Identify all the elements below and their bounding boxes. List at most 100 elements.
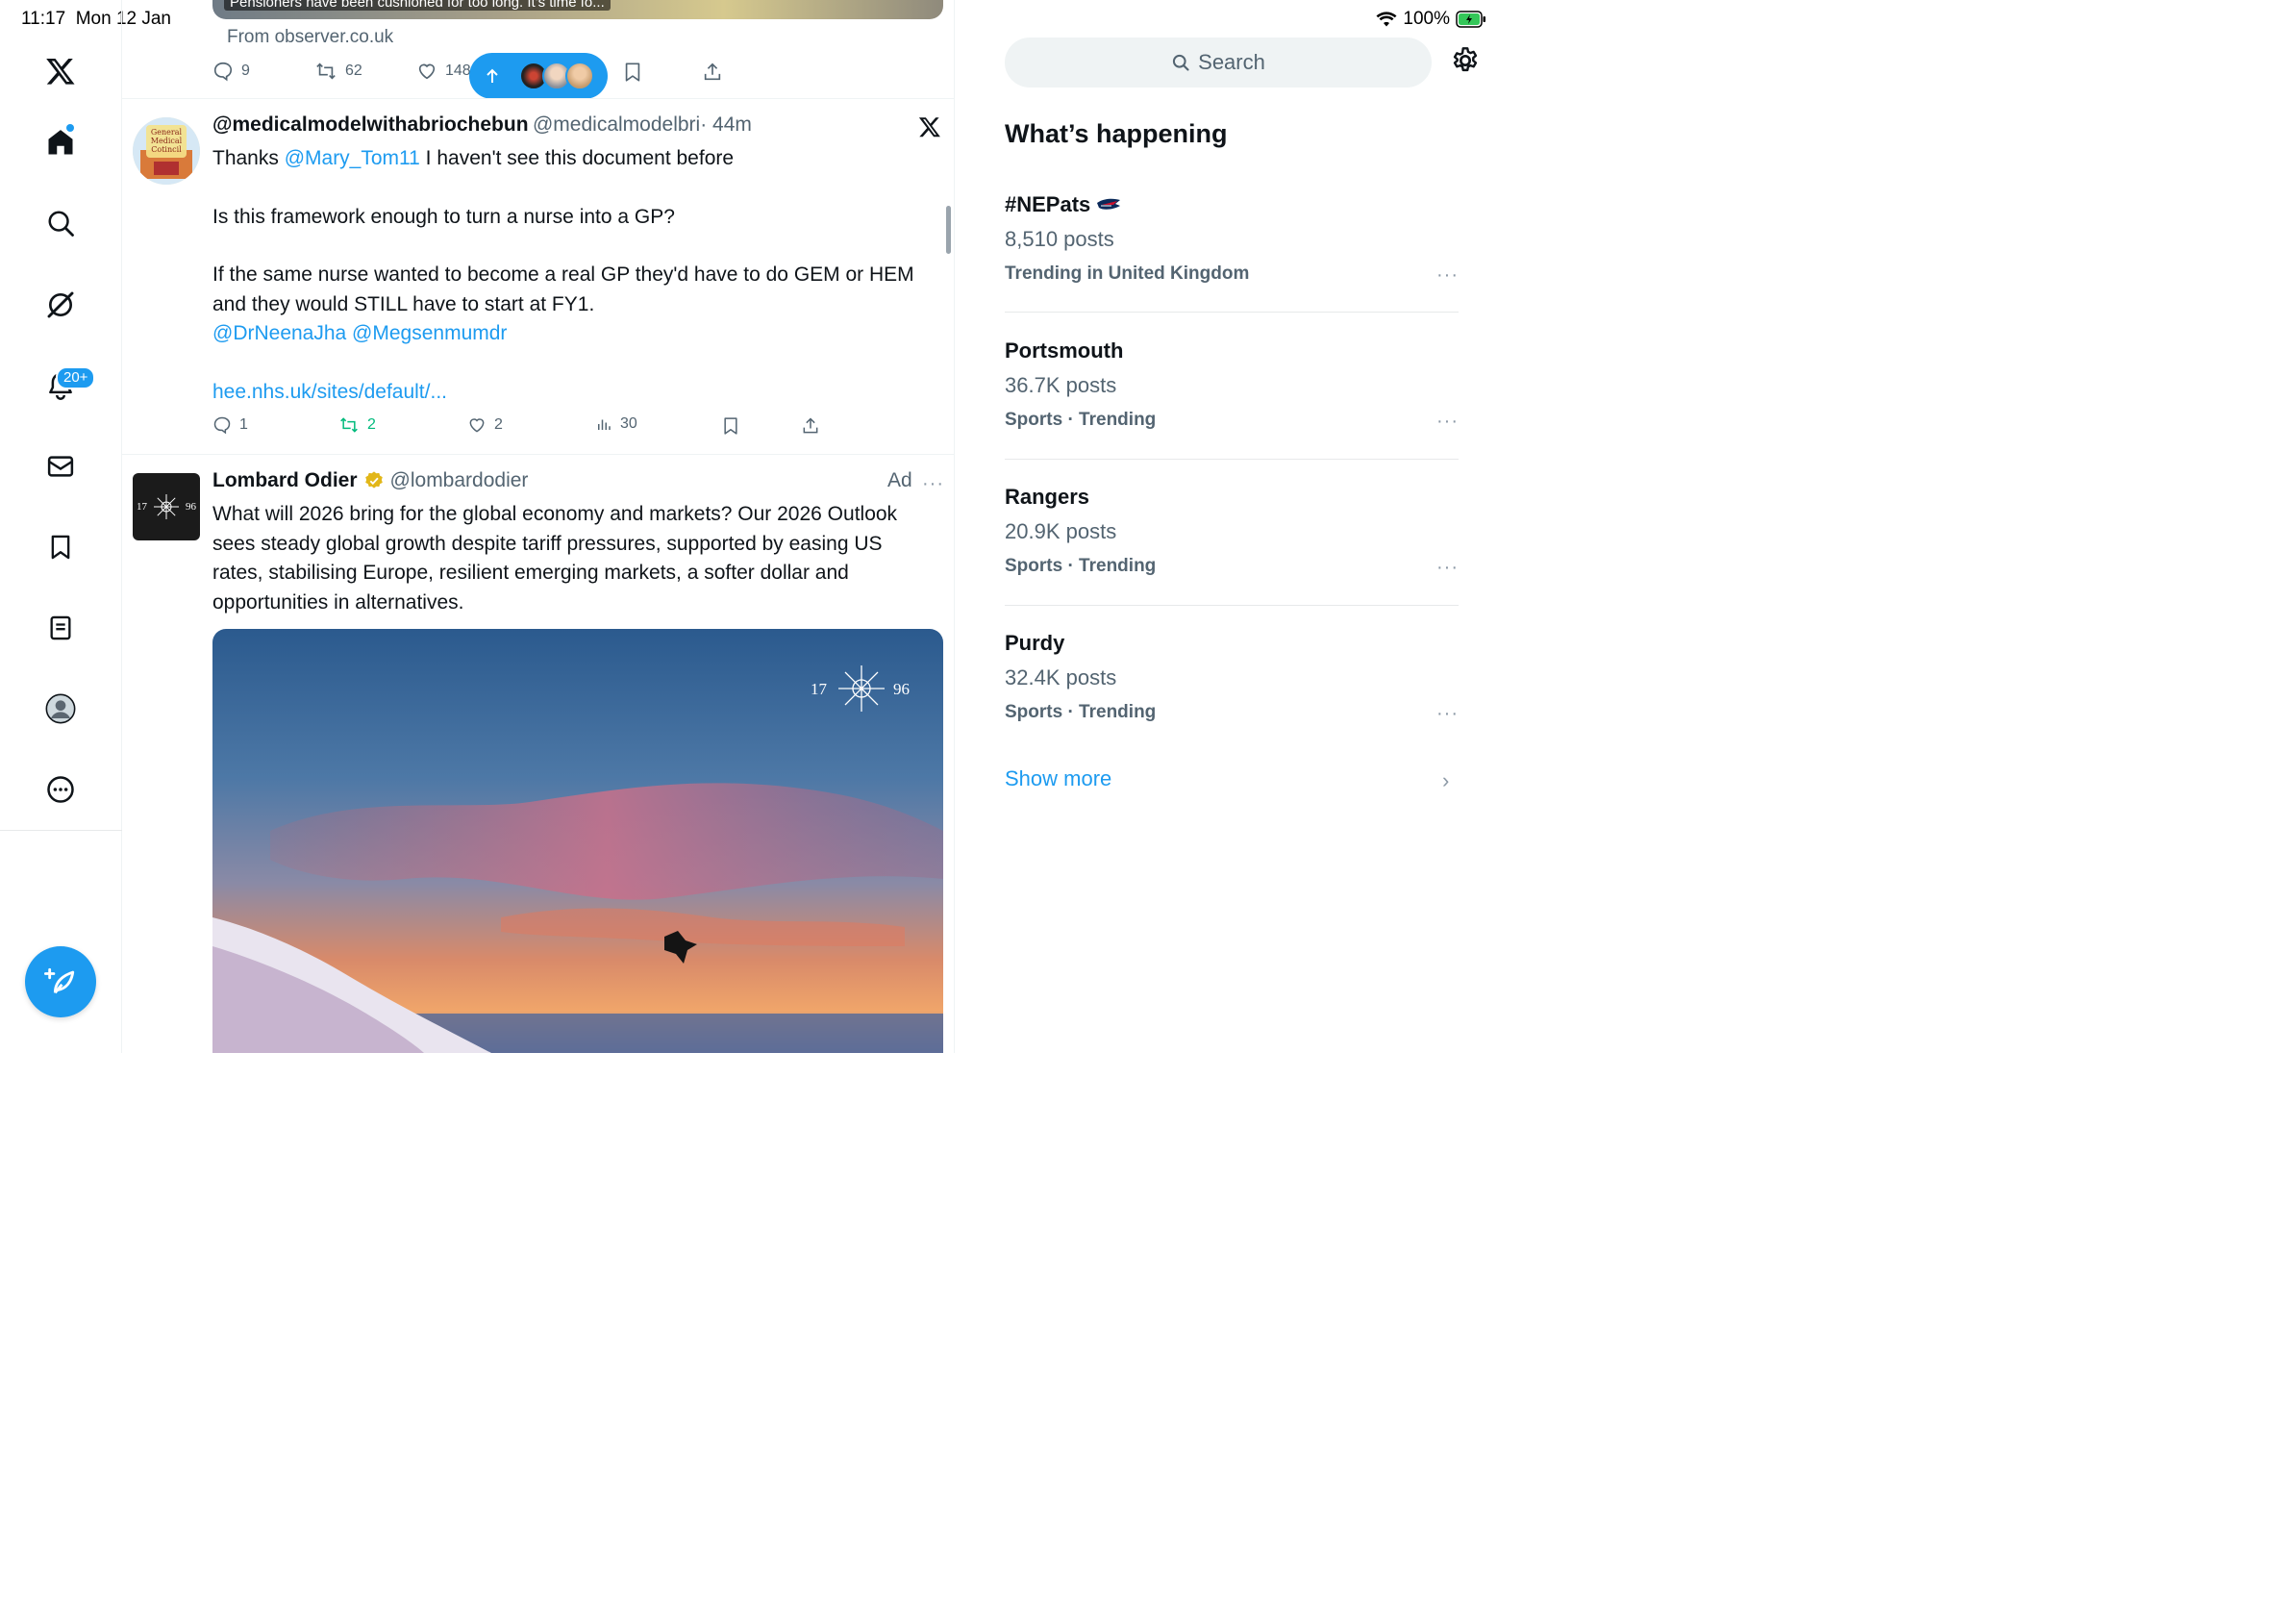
post-header: Lombard Odier @lombardodier [212, 469, 528, 492]
post-divider [122, 98, 955, 99]
bookmarks-icon[interactable] [39, 526, 82, 568]
mention-links[interactable]: @DrNeenaJha @Megsenmumdr [212, 319, 924, 349]
link-card-source[interactable]: From observer.co.uk [227, 27, 393, 48]
post-time[interactable]: · 44m [700, 113, 752, 136]
search-icon [1171, 53, 1190, 72]
post-text: If the same nurse wanted to become a rea… [212, 263, 914, 315]
chevron-right-icon: › [1442, 768, 1450, 792]
like-button[interactable]: 148 [416, 61, 471, 82]
post-text: I haven't see this document before [419, 147, 735, 169]
lists-icon[interactable] [39, 607, 82, 649]
trend-context: Sports · Trending [1005, 702, 1157, 722]
messages-icon[interactable] [39, 445, 82, 488]
retweet-button[interactable]: 2 [338, 415, 376, 435]
logo-number-left: 17 [137, 501, 147, 513]
settings-gear-icon[interactable] [1450, 45, 1485, 80]
battery-percent: 100% [1403, 9, 1450, 29]
like-count: 148 [445, 63, 471, 79]
author-name[interactable]: @medicalmodelwithabriochebun [212, 113, 529, 136]
bookmark-icon[interactable] [721, 416, 740, 436]
retweet-button[interactable]: 62 [314, 61, 362, 82]
nav-divider [0, 830, 122, 831]
search-icon[interactable] [39, 202, 82, 244]
external-link[interactable]: hee.nhs.uk/sites/default/... [212, 378, 924, 408]
post-more-options-icon[interactable]: ··· [922, 473, 944, 495]
trend-item[interactable]: Purdy 32.4K posts Sports · Trending ··· [1005, 631, 1459, 727]
star-logo-icon [152, 492, 181, 521]
trend-context: Sports · Trending [1005, 410, 1157, 430]
trend-item[interactable]: Portsmouth 36.7K posts Sports · Trending… [1005, 338, 1459, 435]
trend-context: Trending in United Kingdom [1005, 263, 1250, 284]
user-avatar[interactable]: General Medical Cotincil [133, 117, 200, 185]
reply-button[interactable]: 1 [212, 415, 248, 435]
search-input[interactable]: Search [1005, 38, 1432, 88]
advertiser-avatar[interactable]: 17 96 [133, 473, 200, 540]
post-divider [122, 454, 955, 455]
like-count: 2 [494, 416, 503, 433]
share-icon[interactable] [702, 62, 723, 83]
new-posts-pill[interactable] [469, 53, 608, 99]
bookmark-icon[interactable] [622, 62, 643, 83]
heart-icon [467, 415, 487, 435]
mention-link[interactable]: @Mary_Tom11 [285, 147, 420, 169]
post-header: @medicalmodelwithabriochebun @medicalmod… [212, 113, 752, 137]
reply-count: 1 [239, 416, 248, 433]
logo-number-right: 96 [186, 501, 196, 513]
trend-title: #NEPats [1005, 192, 1091, 216]
trend-divider [1005, 312, 1459, 313]
trend-title: Rangers [1005, 485, 1090, 509]
author-name[interactable]: Lombard Odier [212, 469, 358, 492]
trend-divider [1005, 459, 1459, 460]
reply-icon [212, 61, 234, 82]
image-logo-left: 17 [811, 680, 828, 698]
status-indicators: 100% [1376, 9, 1486, 30]
battery-icon [1456, 11, 1486, 28]
scrollbar-thumb[interactable] [946, 206, 951, 254]
trend-context: Sports · Trending [1005, 556, 1157, 576]
like-button[interactable]: 2 [467, 415, 503, 435]
retweet-count: 2 [367, 416, 376, 433]
compose-post-button[interactable] [25, 946, 96, 1017]
reply-button[interactable]: 9 [212, 61, 250, 82]
verified-gold-badge-icon [363, 470, 385, 491]
ad-label: Ad [887, 469, 912, 491]
show-more-link[interactable]: Show more [1005, 766, 1111, 791]
svg-text:General: General [151, 128, 183, 137]
post-text: Is this framework enough to turn a nurse… [212, 205, 675, 228]
trend-more-options-icon[interactable]: ··· [1436, 557, 1459, 579]
trend-item[interactable]: #NEPats 8,510 posts Trending in United K… [1005, 192, 1459, 288]
link-card-image[interactable]: Pensioners have been cushioned for too l… [212, 0, 943, 19]
more-options-icon[interactable] [39, 768, 82, 811]
ad-post-text: What will 2026 bring for the global econ… [212, 503, 898, 614]
heart-icon [416, 61, 437, 82]
arrow-up-icon [485, 67, 500, 85]
grok-icon[interactable] [39, 284, 82, 326]
trend-post-count: 8,510 posts [1005, 227, 1114, 251]
trend-item[interactable]: Rangers 20.9K posts Sports · Trending ··… [1005, 485, 1459, 581]
profile-avatar-icon[interactable] [39, 688, 82, 730]
wifi-icon [1376, 12, 1397, 27]
x-logo-icon[interactable] [918, 115, 941, 138]
views-chart-icon [595, 415, 612, 433]
retweet-count: 62 [345, 63, 362, 79]
home-icon[interactable] [39, 121, 82, 163]
notifications-badge: 20+ [56, 366, 96, 389]
trend-post-count: 20.9K posts [1005, 519, 1117, 543]
author-handle[interactable]: @medicalmodelbri [533, 113, 700, 136]
share-icon[interactable] [801, 416, 820, 436]
post-body: Thanks @Mary_Tom11 I haven't see this do… [212, 144, 924, 407]
trend-post-count: 36.7K posts [1005, 373, 1117, 397]
author-handle[interactable]: @lombardodier [390, 469, 529, 492]
trend-more-options-icon[interactable]: ··· [1436, 703, 1459, 725]
trend-post-count: 32.4K posts [1005, 665, 1117, 689]
views-button[interactable]: 30 [595, 415, 637, 433]
home-notification-dot [66, 124, 74, 132]
pill-avatar [565, 62, 594, 90]
reply-icon [212, 415, 232, 435]
svg-text:Cotincil: Cotincil [151, 145, 182, 154]
retweet-icon [338, 415, 360, 435]
x-logo-icon[interactable] [39, 50, 82, 92]
trend-more-options-icon[interactable]: ··· [1436, 264, 1459, 287]
trend-more-options-icon[interactable]: ··· [1436, 411, 1459, 433]
ad-media-image[interactable]: 17 96 [212, 629, 943, 1053]
